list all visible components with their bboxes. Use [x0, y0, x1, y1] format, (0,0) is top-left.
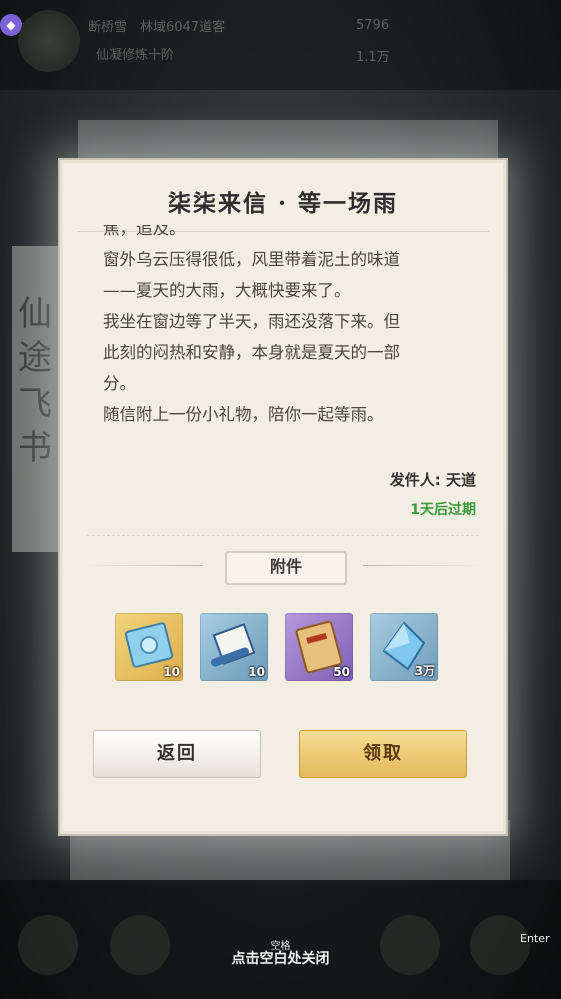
section-divider: [87, 535, 479, 536]
attachment-rule-right: [363, 565, 483, 566]
letter-body[interactable]: 焦，追及。 窗外乌云压得很低，风里带着泥土的味道 ——夏天的大雨，大概快要来了。…: [103, 225, 483, 435]
item-count: 50: [333, 665, 350, 679]
letter-line: 焦，追及。: [103, 225, 186, 238]
mail-dialog: 柒柒来信 · 等一场雨 焦，追及。 窗外乌云压得很低，风里带着泥土的味道 ——夏…: [60, 160, 506, 834]
mail-title: 柒柒来信 · 等一场雨: [167, 190, 399, 217]
vertical-title-char: 飞: [18, 384, 52, 424]
avatar: [18, 10, 80, 72]
item-count: 10: [248, 665, 265, 679]
blue-talisman-card-icon[interactable]: 10: [115, 613, 183, 681]
enter-key-hint: Enter: [520, 932, 550, 945]
letter-line: 随信附上一份小礼物，陪你一起等雨。: [103, 405, 384, 424]
vertical-title-char: 书: [18, 428, 52, 468]
vertical-title-char: 仙: [18, 294, 52, 334]
claim-button[interactable]: 领取: [299, 730, 467, 778]
letter-line: 我坐在窗边等了半天，雨还没落下来。但: [103, 312, 400, 331]
currency-two: 1.1万: [356, 50, 390, 65]
attachment-rule-left: [83, 565, 203, 566]
player-name: 断桥雪: [88, 20, 128, 35]
letter-line: 分。: [103, 374, 136, 393]
back-button[interactable]: 返回: [93, 730, 261, 778]
letter-line: 此刻的闷热和安静，本身就是夏天的一部: [103, 343, 400, 362]
attachments-header: 附件: [225, 551, 347, 585]
spirit-crystal-icon[interactable]: 3万: [370, 613, 438, 681]
letter-line: 窗外乌云压得很低，风里带着泥土的味道: [103, 250, 400, 269]
expire-label: 1天后过期: [410, 502, 476, 518]
subtitle-label: 仙凝修炼十阶: [96, 48, 175, 63]
scroll-icon[interactable]: 10: [200, 613, 268, 681]
sender-label: 发件人: 天道: [389, 471, 476, 489]
top-status-bar: [0, 0, 561, 90]
item-count: 10: [163, 665, 180, 679]
letter-line: ——夏天的大雨，大概快要来了。: [103, 281, 351, 300]
vertical-title-char: 途: [18, 338, 52, 378]
golden-token-icon[interactable]: 50: [285, 613, 353, 681]
server-label: 林域6047道客: [140, 20, 226, 35]
close-hint[interactable]: 点击空白处关闭: [0, 948, 561, 968]
currency-one: 5796: [356, 18, 390, 33]
item-count: 3万: [414, 664, 435, 678]
